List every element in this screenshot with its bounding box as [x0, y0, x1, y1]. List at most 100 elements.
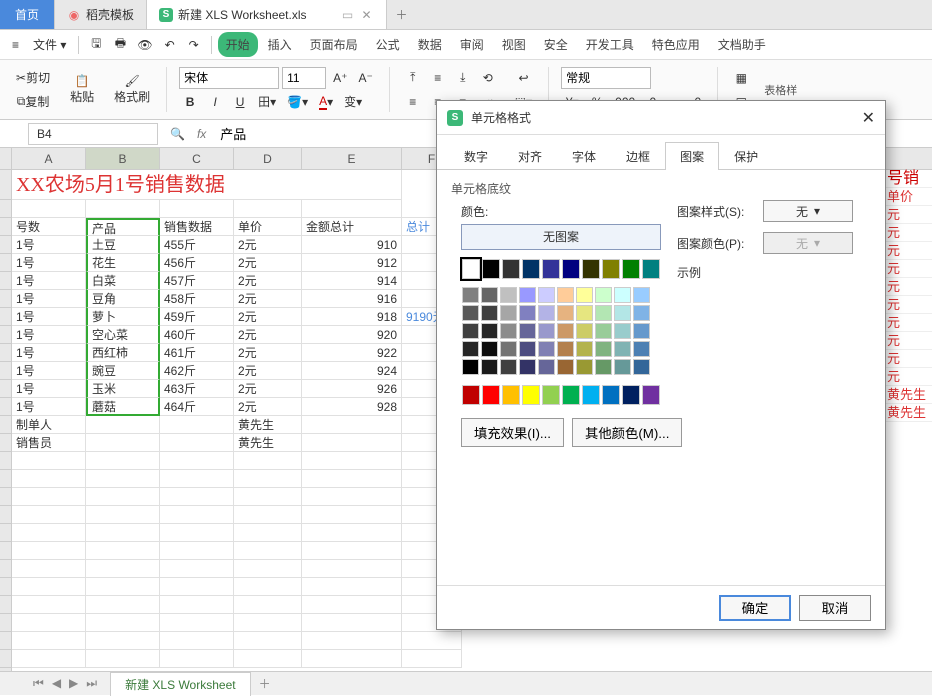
cell[interactable] — [86, 524, 160, 542]
redo-icon[interactable]: ↷ — [183, 34, 205, 56]
cell[interactable]: 黄先生 — [234, 434, 302, 452]
cell[interactable]: 1号 — [12, 308, 86, 326]
cell[interactable] — [12, 596, 86, 614]
cell[interactable]: 销售数据 — [160, 218, 234, 236]
color-swatch[interactable] — [633, 341, 650, 357]
cell[interactable] — [160, 650, 234, 668]
fx-icon[interactable]: fx — [197, 127, 206, 141]
sheet-tab[interactable]: 新建 XLS Worksheet — [110, 672, 251, 696]
cell[interactable]: 豆角 — [86, 290, 160, 308]
cell[interactable]: 金额总计 — [302, 218, 402, 236]
row-header[interactable] — [0, 524, 11, 542]
cell[interactable] — [86, 596, 160, 614]
font-color-icon[interactable]: A▾ — [315, 91, 337, 113]
cell[interactable] — [86, 560, 160, 578]
row-header[interactable] — [0, 596, 11, 614]
cell[interactable]: 928 — [302, 398, 402, 416]
cell[interactable]: 2元 — [234, 254, 302, 272]
row-header[interactable] — [0, 650, 11, 668]
cell[interactable] — [160, 578, 234, 596]
title-cell[interactable]: XX农场5月1号销售数据 — [12, 170, 402, 200]
color-swatch[interactable] — [614, 341, 631, 357]
row-header[interactable] — [0, 254, 11, 272]
cell[interactable] — [12, 560, 86, 578]
no-pattern-button[interactable]: 无图案 — [461, 224, 661, 250]
row-header[interactable] — [0, 290, 11, 308]
cell[interactable]: 459斤 — [160, 308, 234, 326]
cell[interactable] — [12, 542, 86, 560]
color-swatch[interactable] — [595, 305, 612, 321]
cell[interactable]: 462斤 — [160, 362, 234, 380]
cell[interactable] — [302, 542, 402, 560]
cell[interactable] — [12, 614, 86, 632]
color-swatch[interactable] — [482, 259, 500, 279]
conditional-format-icon[interactable]: ▦ — [730, 67, 752, 89]
row-header[interactable] — [0, 148, 11, 170]
cell[interactable] — [86, 488, 160, 506]
goto-icon[interactable]: 🔍 — [166, 123, 189, 145]
cell[interactable] — [160, 596, 234, 614]
color-swatch[interactable] — [642, 385, 660, 405]
color-swatch[interactable] — [462, 323, 479, 339]
underline-icon[interactable]: U — [229, 91, 251, 113]
fill-color-icon[interactable]: 🪣▾ — [283, 91, 312, 113]
cell[interactable] — [86, 200, 160, 218]
color-swatch[interactable] — [557, 341, 574, 357]
color-swatch[interactable] — [614, 323, 631, 339]
color-swatch[interactable] — [481, 305, 498, 321]
color-swatch[interactable] — [562, 259, 580, 279]
color-swatch[interactable] — [595, 359, 612, 375]
name-box[interactable]: B4 — [28, 123, 158, 145]
pattern-style-select[interactable]: 无▾ — [763, 200, 853, 222]
row-header[interactable] — [0, 200, 11, 218]
row-header[interactable] — [0, 236, 11, 254]
cell[interactable]: 2元 — [234, 398, 302, 416]
cell[interactable]: 456斤 — [160, 254, 234, 272]
bold-icon[interactable]: B — [179, 91, 201, 113]
undo-icon[interactable]: ↶ — [159, 34, 181, 56]
italic-icon[interactable]: I — [204, 91, 226, 113]
cell[interactable] — [302, 524, 402, 542]
cell[interactable]: 蘑菇 — [86, 398, 160, 416]
cell[interactable] — [234, 200, 302, 218]
ok-button[interactable]: 确定 — [719, 595, 791, 621]
cell[interactable] — [12, 650, 86, 668]
color-swatch[interactable] — [538, 359, 555, 375]
color-swatch[interactable] — [602, 259, 620, 279]
cell[interactable] — [302, 488, 402, 506]
cell[interactable]: 920 — [302, 326, 402, 344]
close-icon[interactable]: ✕ — [360, 8, 374, 22]
color-swatch[interactable] — [582, 385, 600, 405]
color-swatch[interactable] — [557, 287, 574, 303]
cell[interactable] — [12, 200, 86, 218]
menu-start[interactable]: 开始 — [218, 32, 258, 57]
cell[interactable] — [234, 578, 302, 596]
sheet-first-icon[interactable]: ⏮ — [30, 676, 47, 691]
add-sheet-button[interactable]: ＋ — [251, 672, 279, 695]
color-swatch[interactable] — [595, 341, 612, 357]
cell[interactable]: 黄先生 — [234, 416, 302, 434]
cell[interactable]: 926 — [302, 380, 402, 398]
cell[interactable] — [86, 470, 160, 488]
cell[interactable] — [160, 434, 234, 452]
cell[interactable] — [234, 614, 302, 632]
new-tab-button[interactable]: ＋ — [387, 0, 417, 29]
color-swatch[interactable] — [557, 323, 574, 339]
row-header[interactable] — [0, 416, 11, 434]
cell[interactable]: 461斤 — [160, 344, 234, 362]
row-header[interactable] — [0, 488, 11, 506]
preview-icon[interactable]: 👁 — [133, 34, 156, 56]
color-swatch[interactable] — [500, 287, 517, 303]
color-swatch[interactable] — [500, 359, 517, 375]
menu-formula[interactable]: 公式 — [368, 32, 408, 57]
color-swatch[interactable] — [576, 305, 593, 321]
cell[interactable]: 458斤 — [160, 290, 234, 308]
cell[interactable] — [160, 470, 234, 488]
color-swatch[interactable] — [557, 359, 574, 375]
format-painter-button[interactable]: 🖌格式刷 — [110, 68, 154, 112]
color-swatch[interactable] — [614, 359, 631, 375]
copy-button[interactable]: ⧉ 复制 — [13, 91, 54, 113]
color-swatch[interactable] — [481, 341, 498, 357]
cell[interactable]: 457斤 — [160, 272, 234, 290]
tab-worksheet[interactable]: S 新建 XLS Worksheet.xls ▭ ✕ — [147, 0, 387, 29]
